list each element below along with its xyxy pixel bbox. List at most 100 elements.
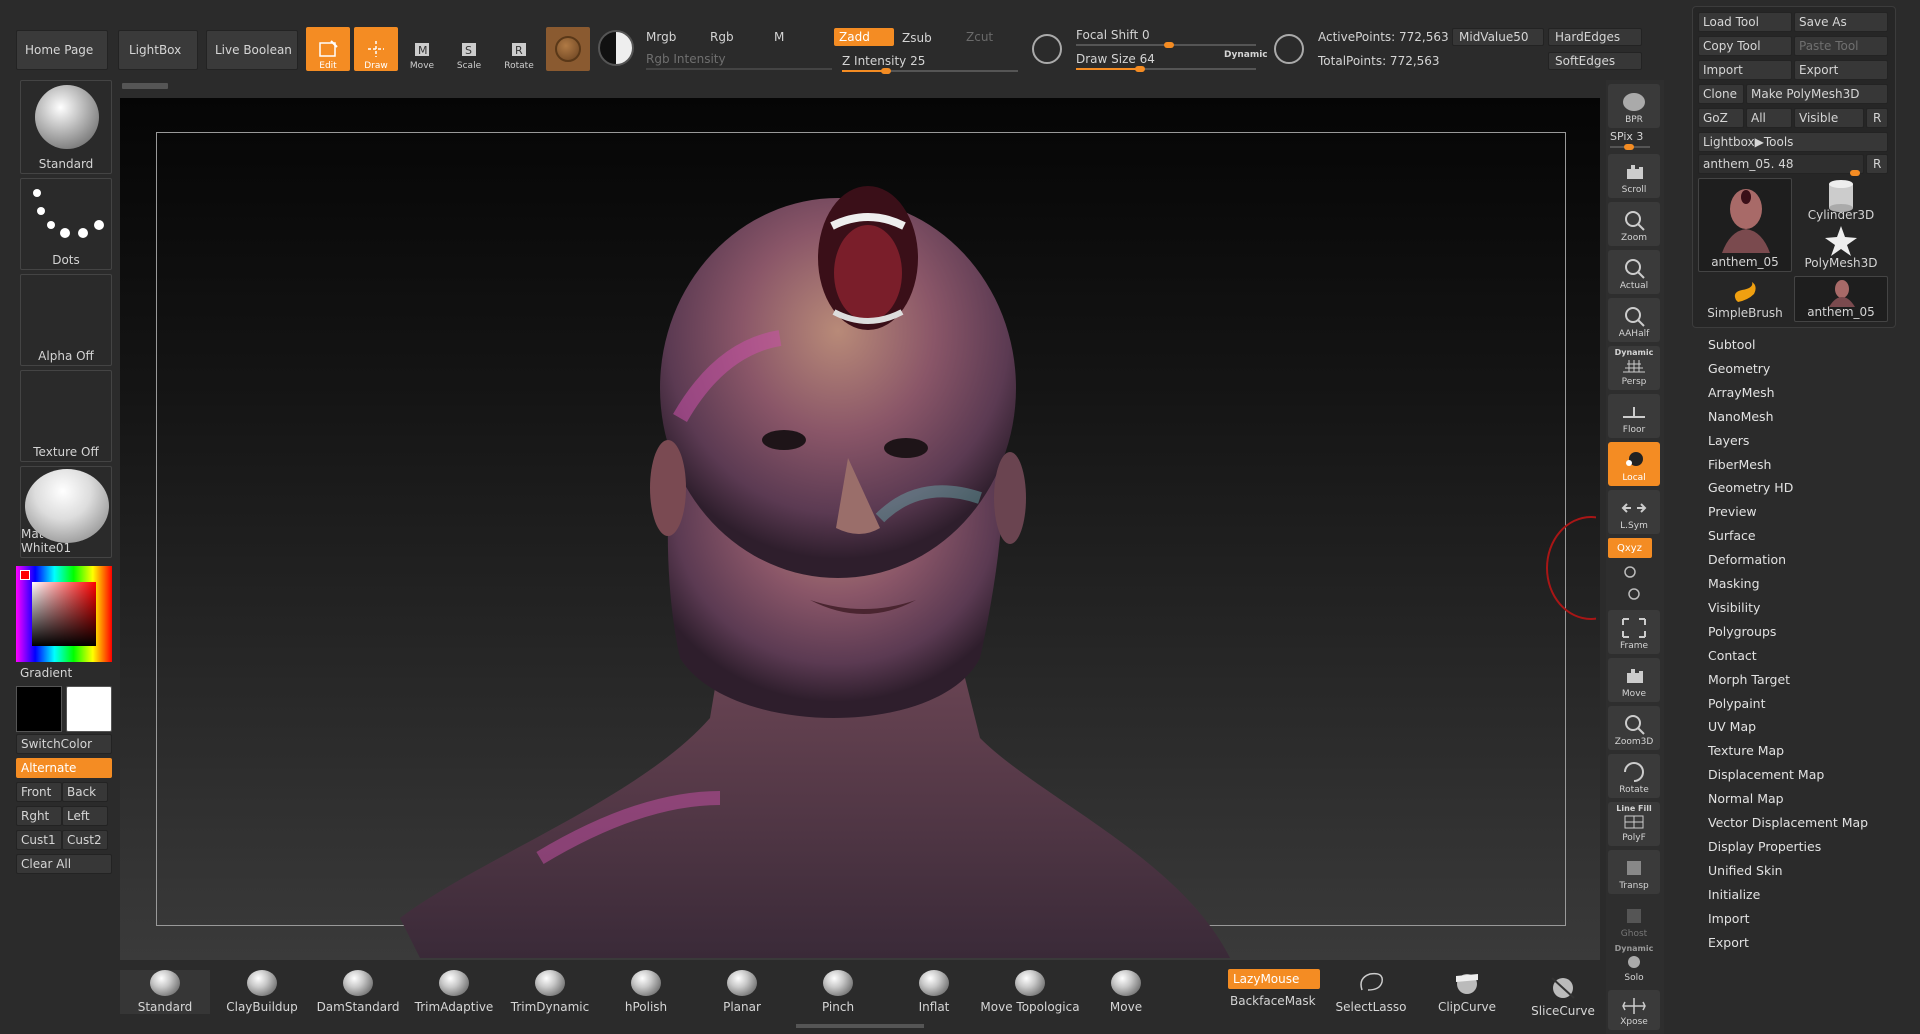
brush-trimdynamic[interactable]: TrimDynamic	[502, 970, 598, 1014]
stroke-tile-dots[interactable]: Dots	[20, 178, 112, 270]
spix-knob[interactable]	[1624, 144, 1634, 150]
menu-item-arraymesh[interactable]: ArrayMesh	[1708, 385, 1775, 400]
lightbox-button[interactable]: LightBox	[118, 30, 198, 70]
paste-tool-button[interactable]: Paste Tool	[1794, 36, 1888, 56]
color-sphere[interactable]	[598, 30, 634, 66]
cust1-button[interactable]: Cust1	[16, 830, 62, 850]
color-picker-square[interactable]	[32, 582, 96, 646]
brush-planar[interactable]: Planar	[694, 970, 790, 1014]
menu-item-polygroups[interactable]: Polygroups	[1708, 624, 1776, 639]
focal-shift-knob[interactable]	[1164, 42, 1174, 48]
rgb-intensity-slider[interactable]	[646, 68, 832, 70]
menu-item-displacement-map[interactable]: Displacement Map	[1708, 767, 1824, 782]
draw-button[interactable]: Draw	[354, 27, 398, 71]
transp-button[interactable]: Transp	[1608, 850, 1660, 894]
make-polymesh-button[interactable]: Make PolyMesh3D	[1746, 84, 1888, 104]
canvas-scroll-indicator[interactable]	[122, 83, 168, 89]
selectlasso-button[interactable]: SelectLasso	[1336, 970, 1406, 1014]
mrgb-button[interactable]: Mrgb	[646, 30, 676, 44]
zoom3d-button[interactable]: Zoom3D	[1608, 706, 1660, 750]
tool-thumb-simplebrush[interactable]: SimpleBrush	[1698, 276, 1792, 322]
current-tool-knob[interactable]	[1850, 170, 1860, 176]
brush-claybuildup[interactable]: ClayBuildup	[214, 970, 310, 1014]
menu-item-preview[interactable]: Preview	[1708, 504, 1757, 519]
secondary-color-swatch[interactable]	[66, 686, 112, 732]
primary-color-swatch[interactable]	[16, 686, 62, 732]
rght-button[interactable]: Rght	[16, 806, 62, 826]
menu-item-texture-map[interactable]: Texture Map	[1708, 743, 1784, 758]
solo-button[interactable]: Dynamic Solo	[1608, 942, 1660, 986]
menu-item-masking[interactable]: Masking	[1708, 576, 1760, 591]
menu-item-import[interactable]: Import	[1708, 911, 1750, 926]
clear-all-button[interactable]: Clear All	[16, 854, 112, 874]
edit-button[interactable]: Edit	[306, 27, 350, 71]
document-canvas[interactable]	[120, 98, 1600, 960]
bpr-button[interactable]: BPR	[1608, 84, 1660, 128]
menu-item-display-properties[interactable]: Display Properties	[1708, 839, 1821, 854]
left-button[interactable]: Left	[62, 806, 108, 826]
texture-tile[interactable]: Texture Off	[20, 370, 112, 462]
dynamic-toggle[interactable]: Dynamic	[1224, 50, 1268, 60]
menu-item-geometry-hd[interactable]: Geometry HD	[1708, 480, 1793, 495]
menu-item-unified-skin[interactable]: Unified Skin	[1708, 863, 1783, 878]
menu-item-subtool[interactable]: Subtool	[1708, 337, 1755, 352]
actual-button[interactable]: Actual	[1608, 250, 1660, 294]
rotate-axis-icon-1[interactable]	[1622, 564, 1638, 580]
color-picker[interactable]	[16, 566, 112, 662]
export-tool-button[interactable]: Export	[1794, 60, 1888, 80]
persp-button[interactable]: Dynamic Persp	[1608, 346, 1660, 390]
focal-shift-slider[interactable]	[1076, 42, 1256, 48]
tool-thumb-cylinder3d[interactable]: Cylinder3D	[1794, 178, 1888, 224]
aahalf-button[interactable]: AAHalf	[1608, 298, 1660, 342]
move-view-button[interactable]: Move	[1608, 658, 1660, 702]
rotate-view-button[interactable]: Rotate	[1608, 754, 1660, 798]
draw-size-slider[interactable]	[1076, 66, 1256, 72]
m-button[interactable]: M	[774, 30, 784, 44]
tool-thumb-anthem-05[interactable]: anthem_05	[1698, 178, 1792, 272]
brush-inflat[interactable]: Inflat	[886, 970, 982, 1014]
lsym-button[interactable]: L.Sym	[1608, 490, 1660, 534]
cust2-button[interactable]: Cust2	[62, 830, 108, 850]
sculpted-head-model[interactable]	[120, 98, 1600, 960]
lightbox-tools-button[interactable]: Lightbox▶Tools	[1698, 132, 1888, 152]
focal-shift-icon[interactable]	[1032, 34, 1062, 64]
menu-item-surface[interactable]: Surface	[1708, 528, 1756, 543]
clipcurve-button[interactable]: ClipCurve	[1432, 970, 1502, 1014]
menu-item-geometry[interactable]: Geometry	[1708, 361, 1770, 376]
menu-item-contact[interactable]: Contact	[1708, 648, 1757, 663]
move-button[interactable]: M Move	[400, 27, 444, 71]
menu-item-export[interactable]: Export	[1708, 935, 1749, 950]
clone-button[interactable]: Clone	[1698, 84, 1744, 104]
rotate-axis-icon-2[interactable]	[1626, 586, 1642, 602]
menu-item-polypaint[interactable]: Polypaint	[1708, 696, 1766, 711]
brush-standard[interactable]: Standard	[120, 970, 210, 1014]
polyf-button[interactable]: Line Fill PolyF	[1608, 802, 1660, 846]
z-intensity-slider[interactable]	[842, 68, 1018, 74]
hardedges-button[interactable]: HardEdges	[1548, 28, 1642, 46]
zoom-button[interactable]: Zoom	[1608, 202, 1660, 246]
menu-item-nanomesh[interactable]: NanoMesh	[1708, 409, 1774, 424]
softedges-button[interactable]: SoftEdges	[1548, 52, 1642, 70]
menu-item-initialize[interactable]: Initialize	[1708, 887, 1760, 902]
back-button[interactable]: Back	[62, 782, 108, 802]
alpha-tile[interactable]: Alpha Off	[20, 274, 112, 366]
menu-item-visibility[interactable]: Visibility	[1708, 600, 1760, 615]
menu-item-deformation[interactable]: Deformation	[1708, 552, 1786, 567]
save-as-button[interactable]: Save As	[1794, 12, 1888, 32]
brush-hpolish[interactable]: hPolish	[598, 970, 694, 1014]
menu-item-layers[interactable]: Layers	[1708, 433, 1749, 448]
backfacemask-button[interactable]: BackfaceMask	[1230, 994, 1316, 1008]
import-tool-button[interactable]: Import	[1698, 60, 1792, 80]
goz-r-button[interactable]: R	[1866, 108, 1888, 128]
z-intensity-knob[interactable]	[881, 68, 891, 74]
zsub-button[interactable]: Zsub	[902, 31, 932, 45]
material-swatch[interactable]	[546, 27, 590, 71]
current-tool-r-button[interactable]: R	[1866, 154, 1888, 174]
frame-button[interactable]: Frame	[1608, 610, 1660, 654]
spix-slider[interactable]	[1610, 144, 1650, 150]
scroll-button[interactable]: Scroll	[1608, 154, 1660, 198]
goz-all-button[interactable]: All	[1746, 108, 1792, 128]
rgb-button[interactable]: Rgb	[710, 30, 734, 44]
bottom-scroll-indicator[interactable]	[796, 1024, 924, 1028]
local-button[interactable]: Local	[1608, 442, 1660, 486]
